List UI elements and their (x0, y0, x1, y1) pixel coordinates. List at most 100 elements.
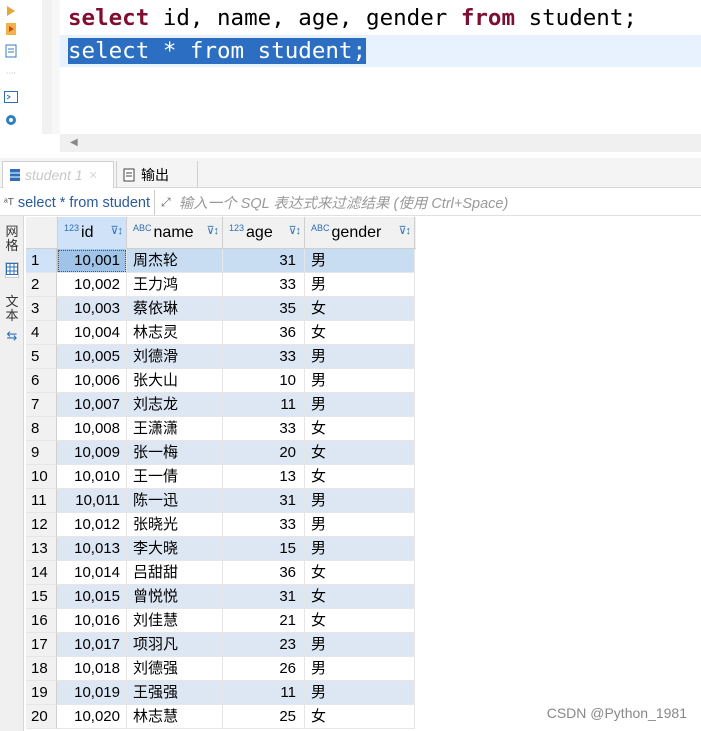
cell-age[interactable]: 25 (223, 705, 305, 729)
cell-name[interactable]: 吕甜甜 (127, 561, 223, 585)
cell-age[interactable]: 11 (223, 681, 305, 705)
cell-gender[interactable]: 男 (305, 681, 415, 705)
cell-id[interactable]: 10,005 (57, 345, 127, 369)
cell-age[interactable]: 31 (223, 249, 305, 273)
table-row[interactable]: 10 10,010 王一倩 13 女 (26, 465, 416, 489)
cell-age[interactable]: 31 (223, 489, 305, 513)
cell-gender[interactable]: 女 (305, 585, 415, 609)
table-row[interactable]: 13 10,013 李大晓 15 男 (26, 537, 416, 561)
cell-name[interactable]: 陈一迅 (127, 489, 223, 513)
code-line-1[interactable]: select id, name, age, gender from studen… (60, 2, 701, 34)
cell-age[interactable]: 33 (223, 273, 305, 297)
grid-view-icon[interactable] (5, 262, 19, 278)
cell-id[interactable]: 10,016 (57, 609, 127, 633)
cell-age[interactable]: 33 (223, 417, 305, 441)
cell-id[interactable]: 10,002 (57, 273, 127, 297)
cell-name[interactable]: 刘德滑 (127, 345, 223, 369)
cell-id[interactable]: 10,008 (57, 417, 127, 441)
table-row[interactable]: 12 10,012 张晓光 33 男 (26, 513, 416, 537)
cell-name[interactable]: 王潇潇 (127, 417, 223, 441)
row-number[interactable]: 14 (26, 561, 57, 585)
column-header-age[interactable]: 123 age ⊽↕ (223, 217, 305, 249)
cell-name[interactable]: 张大山 (127, 369, 223, 393)
sort-filter-icon[interactable]: ⊽↕ (206, 224, 219, 237)
cell-gender[interactable]: 男 (305, 633, 415, 657)
row-number[interactable]: 9 (26, 441, 57, 465)
table-row[interactable]: 4 10,004 林志灵 36 女 (26, 321, 416, 345)
scroll-left-icon[interactable]: ◀ (70, 137, 78, 148)
table-row[interactable]: 2 10,002 王力鸿 33 男 (26, 273, 416, 297)
row-number[interactable]: 3 (26, 297, 57, 321)
cell-gender[interactable]: 男 (305, 657, 415, 681)
cell-name[interactable]: 张一梅 (127, 441, 223, 465)
cell-age[interactable]: 33 (223, 345, 305, 369)
tab-output[interactable]: 输出 (116, 161, 198, 188)
sort-filter-icon[interactable]: ⊽↕ (288, 224, 301, 237)
cell-id[interactable]: 10,004 (57, 321, 127, 345)
cell-name[interactable]: 张晓光 (127, 513, 223, 537)
column-header-id[interactable]: 123 id ⊽↕ (57, 217, 127, 249)
cell-name[interactable]: 林志灵 (127, 321, 223, 345)
row-number[interactable]: 12 (26, 513, 57, 537)
tab-student-results[interactable]: student 1 ✕ (2, 161, 114, 188)
cell-id[interactable]: 10,014 (57, 561, 127, 585)
cell-gender[interactable]: 男 (305, 369, 415, 393)
cell-name[interactable]: 蔡依琳 (127, 297, 223, 321)
row-number[interactable]: 13 (26, 537, 57, 561)
cell-name[interactable]: 王力鸿 (127, 273, 223, 297)
close-icon[interactable]: ✕ (89, 169, 98, 182)
row-number[interactable]: 20 (26, 705, 57, 729)
row-number[interactable]: 6 (26, 369, 57, 393)
sort-filter-icon[interactable]: ⊽↕ (398, 224, 411, 237)
cell-gender[interactable]: 男 (305, 489, 415, 513)
row-number[interactable]: 17 (26, 633, 57, 657)
cell-id[interactable]: 10,018 (57, 657, 127, 681)
row-number[interactable]: 2 (26, 273, 57, 297)
cell-age[interactable]: 20 (223, 441, 305, 465)
cell-gender[interactable]: 女 (305, 441, 415, 465)
row-number[interactable]: 5 (26, 345, 57, 369)
table-row[interactable]: 7 10,007 刘志龙 11 男 (26, 393, 416, 417)
cell-gender[interactable]: 男 (305, 537, 415, 561)
cell-gender[interactable]: 女 (305, 705, 415, 729)
cell-gender[interactable]: 男 (305, 273, 415, 297)
cell-id[interactable]: 10,012 (57, 513, 127, 537)
cell-age[interactable]: 13 (223, 465, 305, 489)
cell-gender[interactable]: 男 (305, 393, 415, 417)
cell-name[interactable]: 周杰轮 (127, 249, 223, 273)
row-number[interactable]: 7 (26, 393, 57, 417)
cell-id[interactable]: 10,015 (57, 585, 127, 609)
explain-icon[interactable] (4, 44, 18, 58)
code-line-2[interactable]: select * from student; (60, 35, 701, 67)
table-row[interactable]: 16 10,016 刘佳慧 21 女 (26, 609, 416, 633)
table-row[interactable]: 19 10,019 王强强 11 男 (26, 681, 416, 705)
cell-gender[interactable]: 男 (305, 249, 415, 273)
table-row[interactable]: 11 10,011 陈一迅 31 男 (26, 489, 416, 513)
row-number[interactable]: 4 (26, 321, 57, 345)
cell-id[interactable]: 10,006 (57, 369, 127, 393)
cell-gender[interactable]: 女 (305, 609, 415, 633)
table-row[interactable]: 15 10,015 曾悦悦 31 女 (26, 585, 416, 609)
table-row[interactable]: 9 10,009 张一梅 20 女 (26, 441, 416, 465)
cell-age[interactable]: 23 (223, 633, 305, 657)
row-number[interactable]: 15 (26, 585, 57, 609)
cell-age[interactable]: 11 (223, 393, 305, 417)
cell-id[interactable]: 10,013 (57, 537, 127, 561)
cell-name[interactable]: 项羽凡 (127, 633, 223, 657)
row-number[interactable]: 16 (26, 609, 57, 633)
cell-id[interactable]: 10,001 (57, 249, 127, 273)
run-icon[interactable] (4, 4, 18, 18)
cell-id[interactable]: 10,009 (57, 441, 127, 465)
row-number[interactable]: 8 (26, 417, 57, 441)
cell-id[interactable]: 10,011 (57, 489, 127, 513)
text-view-icon[interactable]: ⇆ (5, 330, 19, 344)
cell-gender[interactable]: 女 (305, 297, 415, 321)
cell-name[interactable]: 王强强 (127, 681, 223, 705)
row-number[interactable]: 18 (26, 657, 57, 681)
cell-name[interactable]: 刘志龙 (127, 393, 223, 417)
cell-id[interactable]: 10,003 (57, 297, 127, 321)
execute-script-icon[interactable] (4, 22, 18, 36)
selected-statement[interactable]: select * from student; (68, 38, 367, 64)
table-row[interactable]: 6 10,006 张大山 10 男 (26, 369, 416, 393)
expand-icon[interactable]: ⤢ (161, 195, 171, 210)
